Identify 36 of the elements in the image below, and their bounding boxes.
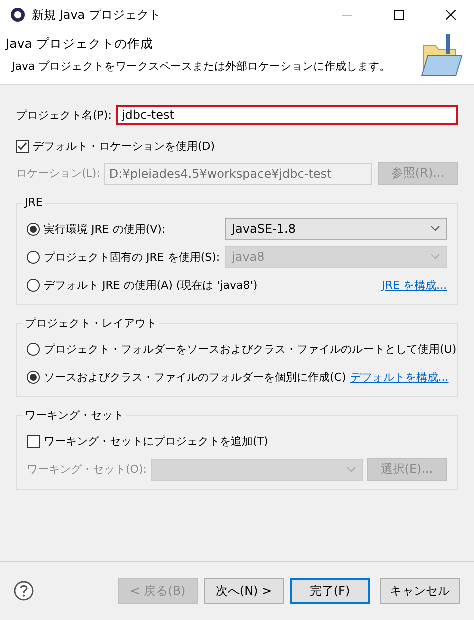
radio-label: プロジェクト・フォルダーをソースおよびクラス・ファイルのルートとして使用(U) [44, 342, 457, 356]
page-description: Java プロジェクトをワークスペースまたは外部ロケーションに作成します。 [10, 59, 392, 74]
chevron-icon [431, 226, 440, 232]
checkbox[interactable] [27, 434, 40, 448]
radio-label: 実行環境 JRE の使用(V): [44, 222, 167, 236]
chevron-icon [347, 466, 356, 472]
dialog-button[interactable]: 完了(F) [290, 578, 370, 604]
checkbox-label: デフォルト・ロケーションを使用(D) [33, 139, 216, 154]
chevron-icon [431, 254, 440, 260]
maximize-icon[interactable] [394, 10, 404, 20]
group-title: プロジェクト・レイアウト [23, 316, 159, 331]
app-icon [10, 7, 26, 23]
group-title: ワーキング・セット [23, 408, 126, 423]
radio-label: プロジェクト固有の JRE を使用(S): [44, 250, 221, 264]
configure-defaults-link[interactable]: デフォルトを構成... [350, 370, 449, 384]
field-label: プロジェクト名(P): [16, 108, 112, 122]
configure-jre-link[interactable]: JRE を構成... [382, 278, 447, 292]
checkbox[interactable] [16, 140, 29, 153]
project-name-field[interactable]: jdbc-test [116, 105, 458, 125]
close-icon[interactable] [446, 10, 456, 20]
radio-button[interactable] [27, 222, 40, 236]
help-icon[interactable] [14, 581, 34, 601]
dialog-button[interactable]: キャンセル [380, 578, 460, 604]
radio-label: デフォルト JRE の使用(A) (現在は 'java8') [44, 278, 259, 292]
radio-button[interactable] [27, 278, 40, 292]
radio-button[interactable] [27, 342, 40, 356]
group-title: JRE [23, 196, 45, 209]
checkbox-label: ワーキング・セットにプロジェクトを追加(T) [44, 434, 270, 448]
page-title: Java プロジェクトの作成 [6, 36, 154, 53]
radio-label: ソースおよびクラス・ファイルのフォルダーを個別に作成(C) [44, 370, 346, 384]
field-label: ロケーション(L): [16, 166, 100, 181]
window-title: 新規 Java プロジェクト [32, 6, 162, 24]
field-label: ワーキング・セット(O): [27, 462, 147, 477]
dialog-button[interactable]: 次へ(N) > [204, 578, 284, 604]
jre-dropdown[interactable]: JavaSE-1.8 [225, 218, 447, 240]
radio-button[interactable] [27, 370, 40, 384]
